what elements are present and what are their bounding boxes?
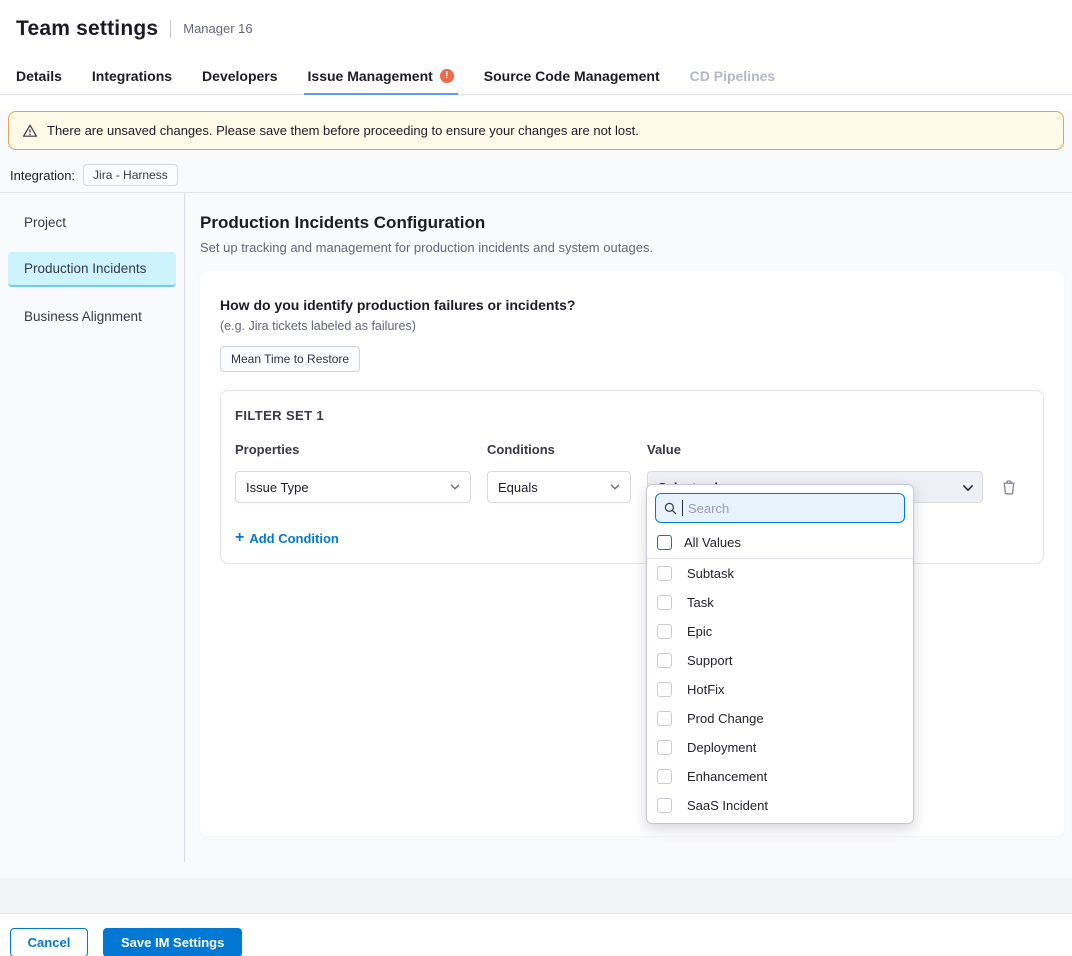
checkbox[interactable] [657, 798, 672, 813]
checkbox[interactable] [657, 769, 672, 784]
integration-chip[interactable]: Jira - Harness [83, 164, 178, 186]
delete-filter-button[interactable] [999, 477, 1019, 497]
conditions-select[interactable]: Equals [487, 471, 631, 503]
option-task[interactable]: Task [647, 588, 913, 617]
tab-developers[interactable]: Developers [202, 57, 277, 94]
title-divider [170, 20, 171, 38]
filter-set-1: FILTER SET 1 Properties Conditions Value… [220, 390, 1044, 564]
option-saas-incident[interactable]: SaaS Incident [647, 791, 913, 820]
properties-select[interactable]: Issue Type [235, 471, 471, 503]
option-subtask[interactable]: Subtask [647, 559, 913, 588]
column-conditions: Conditions [487, 442, 631, 457]
settings-sidebar: Project Production Incidents Business Al… [0, 193, 185, 862]
option-support[interactable]: Support [647, 646, 913, 675]
configuration-card: How do you identify production failures … [200, 271, 1064, 836]
integration-label: Integration: [10, 168, 75, 183]
cancel-button[interactable]: Cancel [10, 928, 88, 956]
checkbox[interactable] [657, 682, 672, 697]
filter-set-title: FILTER SET 1 [235, 408, 1029, 423]
checkbox-all-values[interactable] [657, 535, 672, 550]
action-footer: Cancel Save IM Settings [0, 914, 1072, 956]
checkbox[interactable] [657, 711, 672, 726]
column-value: Value [647, 442, 983, 457]
trash-icon [1001, 479, 1017, 496]
checkbox[interactable] [657, 740, 672, 755]
chevron-down-icon [962, 482, 972, 492]
save-im-settings-button[interactable]: Save IM Settings [103, 928, 242, 956]
tab-cd-pipelines: CD Pipelines [690, 57, 776, 94]
prefooter-band [0, 878, 1072, 914]
tab-bar: Details Integrations Developers Issue Ma… [0, 57, 1072, 95]
option-hotfix[interactable]: HotFix [647, 675, 913, 704]
chevron-down-icon [450, 482, 460, 492]
sidebar-item-project[interactable]: Project [8, 206, 176, 239]
option-customer-notification[interactable]: Customer Notification [647, 820, 913, 824]
plus-icon: + [235, 530, 244, 546]
integration-row: Integration: Jira - Harness [10, 164, 1072, 186]
option-prod-change[interactable]: Prod Change [647, 704, 913, 733]
sidebar-item-business-alignment[interactable]: Business Alignment [8, 300, 176, 333]
banner-text: There are unsaved changes. Please save t… [47, 123, 639, 138]
column-properties: Properties [235, 442, 471, 457]
team-name: Manager 16 [183, 21, 252, 36]
dropdown-search-area [647, 485, 913, 531]
text-cursor [682, 500, 683, 516]
search-input[interactable] [688, 501, 896, 516]
option-epic[interactable]: Epic [647, 617, 913, 646]
sidebar-item-production-incidents[interactable]: Production Incidents [8, 252, 176, 287]
tab-details[interactable]: Details [16, 57, 62, 94]
tab-integrations[interactable]: Integrations [92, 57, 172, 94]
section-subtitle: Set up tracking and management for produ… [200, 240, 1064, 255]
section-title: Production Incidents Configuration [200, 213, 1064, 233]
warning-icon [22, 123, 38, 139]
unsaved-changes-banner: There are unsaved changes. Please save t… [8, 111, 1064, 150]
main-panel: Production Incidents Configuration Set u… [185, 193, 1072, 862]
add-condition-button[interactable]: + Add Condition [235, 530, 339, 546]
value-dropdown-popup: All Values Subtask Task Epic Support Hot… [646, 484, 914, 824]
filter-column-headers: Properties Conditions Value [235, 442, 1029, 457]
checkbox[interactable] [657, 624, 672, 639]
chevron-down-icon [610, 482, 620, 492]
checkbox[interactable] [657, 566, 672, 581]
metric-chip-mean-time-to-restore[interactable]: Mean Time to Restore [220, 346, 360, 372]
question-heading: How do you identify production failures … [220, 297, 1044, 313]
checkbox[interactable] [657, 653, 672, 668]
page-title: Team settings [16, 17, 158, 41]
page-header: Team settings Manager 16 [0, 0, 1072, 57]
option-enhancement[interactable]: Enhancement [647, 762, 913, 791]
tab-source-code-management[interactable]: Source Code Management [484, 57, 660, 94]
unsaved-alert-badge: ! [440, 69, 454, 83]
checkbox[interactable] [657, 595, 672, 610]
option-deployment[interactable]: Deployment [647, 733, 913, 762]
dropdown-search-box[interactable] [655, 493, 905, 523]
search-icon [664, 502, 677, 515]
option-all-values[interactable]: All Values [647, 531, 913, 559]
page: Team settings Manager 16 Details Integra… [0, 0, 1072, 956]
tab-issue-management[interactable]: Issue Management ! [308, 57, 454, 94]
question-hint: (e.g. Jira tickets labeled as failures) [220, 319, 1044, 333]
